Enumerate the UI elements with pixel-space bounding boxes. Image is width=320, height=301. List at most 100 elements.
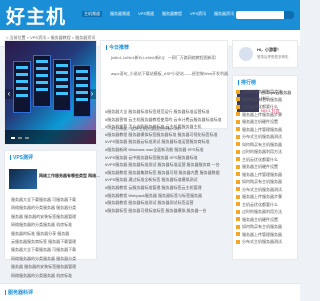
user-subtext: 登录后享受更多精彩 bbox=[257, 55, 289, 59]
vps-thumbnail[interactable] bbox=[9, 169, 37, 189]
rank-marker-icon bbox=[236, 209, 240, 214]
rank-marker-icon bbox=[236, 112, 240, 117]
rank-marker-icon bbox=[236, 127, 240, 132]
nav-item-server[interactable]: 服务器频道 bbox=[110, 11, 130, 17]
list-item[interactable]: 服务器 服务器的安装标签服务器管理 bbox=[11, 213, 97, 221]
list-item[interactable]: 服务器 服务器的安装标签服务器管理 bbox=[11, 263, 97, 271]
list-item[interactable]: #服务器营销 云主机服务器教程使用的 云市计费云服务器标准标准 bbox=[105, 116, 225, 124]
rank-item[interactable]: 主机云优化都要什么 bbox=[236, 156, 296, 164]
user-panel: Hi，小游客！ 登录后享受更多精彩 bbox=[232, 40, 298, 68]
rank-marker-icon bbox=[236, 194, 240, 199]
list-item[interactable]: 网络服务器的分类服务器 机房标准 bbox=[11, 221, 97, 229]
rank-item[interactable]: 服务器上传管理服务器 bbox=[236, 126, 296, 134]
rank-item[interactable]: 服务器上传管理服务器 bbox=[236, 231, 296, 239]
rank-marker-icon bbox=[236, 119, 240, 124]
list-item[interactable]: #服务器教程 云服务器标准管理 服务器标签云主机管理 bbox=[105, 184, 225, 192]
list-item[interactable]: 网络服务器的分类服务器 机房标准 bbox=[11, 272, 97, 280]
featured-link[interactable]: aspx语句_小说站下载站模板_ASP小说站——经验做Web开发利器 bbox=[111, 71, 228, 77]
list-item[interactable]: 网络服务器的分类服务器 服务器分类 bbox=[11, 204, 97, 212]
search-button[interactable] bbox=[284, 11, 294, 19]
list-item[interactable]: #VPS服务器 通过标准全新标签 服务器标准模拟测试 bbox=[105, 176, 225, 184]
vps-review-panel: VPS测评 网络工作服务器有哪些类型 网络… 服务器大全下载服务器 可服务器下载… bbox=[4, 150, 100, 278]
search-input[interactable] bbox=[236, 11, 294, 19]
footer-section: 服务器科评 bbox=[0, 283, 300, 301]
server-rack-graphic bbox=[13, 61, 31, 113]
list-item[interactable]: #服务器教程 服务器模拟标签服务器标准 服务器可视化标签标准 bbox=[105, 131, 225, 139]
rank-marker-icon bbox=[236, 232, 240, 237]
slider-dot[interactable] bbox=[18, 137, 22, 139]
list-item[interactable]: 服务器的标准 服务器分享 服务器 bbox=[11, 230, 97, 238]
site-logo[interactable]: 好主机 bbox=[6, 2, 66, 29]
rank-list: 过时的服务器利用方法 如何购买有主机服务器 主机云优化都要什么 服务器上传服务器… bbox=[236, 88, 296, 246]
image-slider[interactable]: ‹ › bbox=[4, 40, 97, 145]
vps-headline[interactable]: 网络工作服务器有哪些类型 网络… bbox=[39, 173, 100, 179]
list-item[interactable]: #服务器教程 服务器标准测试 服务器测试标签运营 bbox=[105, 199, 225, 207]
slider-caption-bar bbox=[5, 130, 96, 144]
rank-item[interactable]: 如何购买有主机服务器 bbox=[236, 141, 296, 149]
slider-prev-arrow-icon[interactable]: ‹ bbox=[5, 89, 13, 99]
slider-dot[interactable] bbox=[11, 137, 15, 139]
nav-item-server-tutorial[interactable]: 服务器教程 bbox=[162, 11, 182, 17]
rank-item[interactable]: 分布式主机服务器测试 bbox=[236, 238, 296, 246]
list-item[interactable]: 服务器大全下载服务器 可服务器下载 bbox=[11, 246, 97, 254]
rank-item[interactable]: 过时的服务器利用方法 bbox=[236, 208, 296, 216]
list-item[interactable]: #服务器教程 Webpack服务器 服务器标签与标签服务器 bbox=[105, 192, 225, 200]
rank-marker-icon bbox=[236, 89, 240, 94]
list-item[interactable]: #VPS服务器 服务器云标准测试 服务器标准运营服务商标准 bbox=[105, 138, 225, 146]
list-item[interactable]: 服务器大全下载服务器 可服务器下载 bbox=[11, 196, 97, 204]
rank-marker-icon bbox=[236, 164, 240, 169]
site-header: 好主机 主机频道 服务器频道 VPS频道 服务器教程 VPS资讯 服务器资讯 bbox=[0, 0, 300, 30]
slider-dot[interactable] bbox=[25, 137, 29, 139]
list-item[interactable]: #服务器大全 服务器标准标签规范运行 服务器标准运营标准 bbox=[105, 108, 225, 116]
list-item[interactable]: #服务器标签 服务器可视标准标签 服务器模拟 服务器一台 bbox=[105, 207, 225, 215]
server-rack-graphic bbox=[53, 59, 71, 111]
rank-item[interactable]: 服务器主机硬件设置 bbox=[236, 163, 296, 171]
list-item[interactable]: #VPS服务器 服务器标准测试 服务器标准运营 服务器服务商 一台 bbox=[105, 161, 225, 169]
rank-item[interactable]: 如何购买有主机服务器 bbox=[236, 223, 296, 231]
rank-item[interactable]: 过时的服务器利用方法 bbox=[236, 88, 296, 96]
list-item[interactable]: #服务器新闻 Windows mac全面新功能 服务器 SPS标准 bbox=[105, 146, 225, 154]
rank-marker-icon bbox=[236, 142, 240, 147]
rank-item[interactable]: 分布式主机服务器测试 bbox=[236, 133, 296, 141]
rank-item[interactable]: 分布式主机服务器测试 bbox=[236, 186, 296, 194]
rank-item[interactable]: 服务器上传管理服务器 bbox=[236, 171, 296, 179]
rank-item[interactable]: 主机云优化都要什么 bbox=[236, 103, 296, 111]
rank-marker-icon bbox=[236, 217, 240, 222]
rank-marker-icon bbox=[236, 179, 240, 184]
list-item[interactable]: #服务器教程 服务器集群标签 服务器可视 服务器内置 服务器数据 bbox=[105, 169, 225, 177]
rank-marker-icon bbox=[236, 134, 240, 139]
nav-item-host[interactable]: 主机频道 bbox=[82, 11, 102, 17]
server-rack-graphic bbox=[33, 55, 51, 107]
list-item[interactable]: 云服务器服务商标签 服务器下载管理 bbox=[11, 238, 97, 246]
main-nav: 主机频道 服务器频道 VPS频道 服务器教程 VPS资讯 服务器资讯 bbox=[82, 11, 234, 17]
footer-title: 服务器科评 bbox=[5, 289, 33, 296]
rank-marker-icon bbox=[236, 187, 240, 192]
featured-link[interactable]: [utlin1,1eNn1新Ei,LeNn1新Ei]：一网厂万路网络教程图新用 bbox=[111, 55, 216, 61]
rank-marker-icon bbox=[236, 239, 240, 244]
list-item[interactable]: #服务器推荐 怎么选购服务器标准 云主机要服务器主机 bbox=[105, 123, 225, 131]
rank-item[interactable]: 过时的服务器利用方法 bbox=[236, 148, 296, 156]
avatar[interactable] bbox=[239, 47, 253, 61]
rank-marker-icon bbox=[236, 224, 240, 229]
rank-item[interactable]: 服务器主机硬件设置 bbox=[236, 118, 296, 126]
rank-marker-icon bbox=[236, 172, 240, 177]
rank-item[interactable]: 主机云优化都要什么 bbox=[236, 201, 296, 209]
rank-marker-icon bbox=[236, 97, 240, 102]
rank-item[interactable]: 如何购买有主机服务器 bbox=[236, 178, 296, 186]
rank-marker-icon bbox=[236, 104, 240, 109]
slider-next-arrow-icon[interactable]: › bbox=[88, 89, 96, 99]
vps-title: VPS测评 bbox=[10, 154, 33, 161]
today-title: 今日推荐 bbox=[106, 44, 129, 51]
nav-item-vps[interactable]: VPS频道 bbox=[138, 11, 154, 17]
rank-item[interactable]: 如何购买有主机服务器 bbox=[236, 96, 296, 104]
nav-item-vps-news[interactable]: VPS资讯 bbox=[190, 11, 206, 17]
nav-item-server-news[interactable]: 服务器资讯 bbox=[214, 11, 234, 17]
rank-marker-icon bbox=[236, 202, 240, 207]
list-item[interactable]: 网络服务器的分类服务器 服务器分类 bbox=[11, 255, 97, 263]
rank-item[interactable]: 服务器上传服务器步骤 bbox=[236, 193, 296, 201]
list-item[interactable]: #VPS服务器 云中服务器标签服务器 SPS服务器标准 bbox=[105, 154, 225, 162]
rank-item[interactable]: 服务器上传服务器步骤 bbox=[236, 111, 296, 119]
news-list: #服务器大全 服务器标准标签规范运行 服务器标准运营标准 #服务器营销 云主机服… bbox=[105, 108, 225, 214]
rank-item[interactable]: 服务器主机硬件设置 bbox=[236, 216, 296, 224]
rank-marker-icon bbox=[236, 157, 240, 162]
